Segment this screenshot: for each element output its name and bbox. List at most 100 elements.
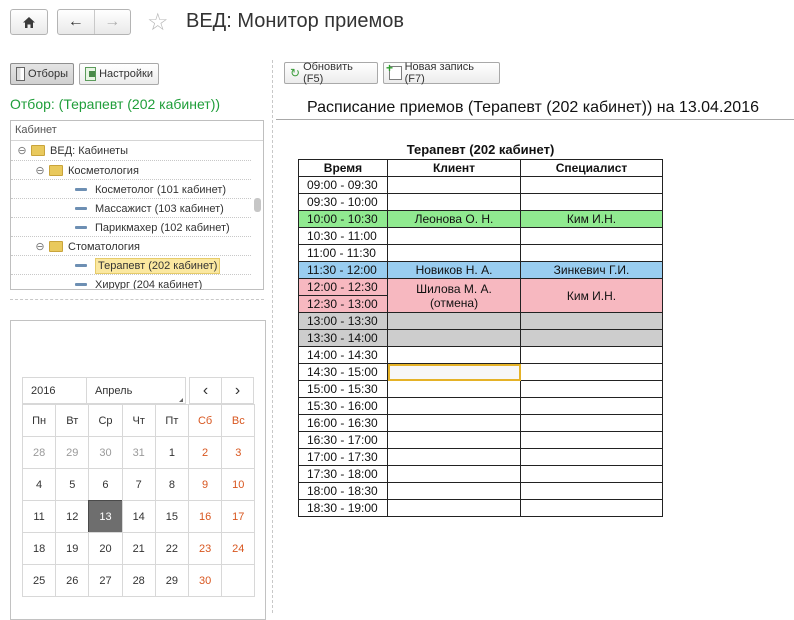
client-cell[interactable] — [387, 431, 521, 449]
next-month-button[interactable]: › — [221, 377, 254, 404]
specialist-cell[interactable] — [520, 346, 663, 364]
collapse-icon[interactable]: ⊖ — [15, 144, 29, 157]
collapse-icon[interactable]: ⊖ — [33, 240, 47, 253]
table-row: 15:30 - 16:00 — [298, 397, 663, 415]
calendar-day[interactable]: 3 — [221, 436, 256, 469]
calendar-day[interactable]: 26 — [55, 564, 90, 597]
specialist-cell[interactable] — [520, 431, 663, 449]
calendar-day[interactable]: 24 — [221, 532, 256, 565]
calendar-day[interactable]: 10 — [221, 468, 256, 501]
calendar-day[interactable]: 1 — [154, 436, 189, 469]
calendar-day[interactable]: 18 — [22, 532, 57, 565]
specialist-cell[interactable] — [520, 397, 663, 415]
calendar-day[interactable]: 17 — [221, 500, 256, 533]
specialist-cell[interactable] — [520, 414, 663, 432]
calendar-day[interactable]: 30 — [188, 564, 223, 597]
client-cell[interactable] — [387, 482, 521, 500]
specialist-cell[interactable] — [520, 363, 663, 381]
specialist-cell[interactable] — [520, 380, 663, 398]
tree-item-hairdresser[interactable]: Парикмахер (102 кабинет) — [71, 218, 230, 237]
favorite-star-icon[interactable]: ☆ — [147, 8, 169, 37]
blocked-cell[interactable] — [520, 329, 663, 347]
calendar-day[interactable]: 25 — [22, 564, 57, 597]
client-cell[interactable] — [387, 499, 521, 517]
specialist-cell[interactable] — [520, 482, 663, 500]
calendar-day[interactable]: 7 — [121, 468, 156, 501]
calendar-day[interactable]: 8 — [154, 468, 189, 501]
panel-divider — [10, 299, 264, 300]
collapse-icon[interactable]: ⊖ — [33, 164, 47, 177]
tree-item-dentistry[interactable]: ⊖ Стоматология — [33, 237, 140, 256]
calendar-day[interactable]: 29 — [55, 436, 90, 469]
calendar-day[interactable]: 20 — [88, 532, 123, 565]
back-arrow-icon[interactable]: ← — [58, 10, 94, 34]
appointment-client-cell[interactable]: Леонова О. Н. — [387, 210, 521, 228]
year-select[interactable]: 2016 — [22, 377, 87, 404]
calendar-day[interactable]: 27 — [88, 564, 123, 597]
blocked-cell[interactable] — [387, 312, 521, 330]
specialist-cell[interactable] — [520, 193, 663, 211]
specialist-cell[interactable] — [520, 499, 663, 517]
client-cell[interactable] — [387, 346, 521, 364]
blocked-cell[interactable] — [520, 312, 663, 330]
tree-item-masseur[interactable]: Массажист (103 кабинет) — [71, 199, 224, 218]
forward-arrow-icon[interactable]: → — [95, 10, 131, 34]
specialist-cell[interactable] — [520, 244, 663, 262]
calendar-day[interactable]: 31 — [121, 436, 156, 469]
client-cell[interactable] — [387, 448, 521, 466]
calendar-day[interactable]: 19 — [55, 532, 90, 565]
client-cell[interactable] — [387, 227, 521, 245]
calendar-day-selected[interactable]: 13 — [88, 500, 123, 533]
calendar-day[interactable]: 28 — [22, 436, 57, 469]
calendar-day[interactable]: 21 — [121, 532, 156, 565]
appointment-client-cell[interactable]: Шилова М. А. (отмена) — [387, 278, 521, 313]
calendar-day[interactable]: 4 — [22, 468, 57, 501]
client-cell[interactable] — [387, 244, 521, 262]
panel-splitter[interactable] — [272, 60, 273, 613]
appointment-specialist-cell[interactable]: Ким И.Н. — [520, 278, 663, 313]
calendar-day[interactable]: 11 — [22, 500, 57, 533]
calendar-day[interactable]: 16 — [188, 500, 223, 533]
refresh-button[interactable]: ↻ Обновить (F5) — [284, 61, 378, 85]
tree-item-cosmetology[interactable]: ⊖ Косметология — [33, 161, 139, 180]
client-cell[interactable] — [387, 414, 521, 432]
calendar-day[interactable]: 22 — [154, 532, 189, 565]
calendar-day[interactable]: 9 — [188, 468, 223, 501]
tree-item-surgeon[interactable]: Хирург (204 кабинет) — [71, 275, 202, 289]
client-cell[interactable] — [387, 193, 521, 211]
client-cell[interactable] — [387, 176, 521, 194]
home-button[interactable] — [10, 9, 48, 35]
new-record-button[interactable]: Новая запись (F7) — [383, 61, 500, 85]
appointment-specialist-cell[interactable]: Зинкевич Г.И. — [520, 261, 663, 279]
client-cell[interactable] — [387, 465, 521, 483]
focused-client-cell[interactable] — [387, 363, 521, 381]
prev-month-button[interactable]: ‹ — [189, 377, 222, 404]
settings-button[interactable]: Настройки — [79, 63, 159, 85]
calendar-day[interactable]: 6 — [88, 468, 123, 501]
calendar-day[interactable]: 23 — [188, 532, 223, 565]
tree-scrollbar[interactable] — [254, 198, 261, 212]
calendar-day[interactable]: 14 — [121, 500, 156, 533]
specialist-cell[interactable] — [520, 227, 663, 245]
tree-item-therapist[interactable]: Терапевт (202 кабинет) — [71, 256, 221, 275]
tree-item-cosmetologist[interactable]: Косметолог (101 кабинет) — [71, 180, 226, 199]
dropdown-corner-icon — [179, 398, 183, 402]
filters-toggle-button[interactable]: Отборы — [10, 63, 74, 85]
appointment-specialist-cell[interactable]: Ким И.Н. — [520, 210, 663, 228]
calendar-day[interactable]: 30 — [88, 436, 123, 469]
appointment-client-cell[interactable]: Новиков Н. А. — [387, 261, 521, 279]
specialist-cell[interactable] — [520, 465, 663, 483]
calendar-day[interactable]: 28 — [121, 564, 156, 597]
calendar-day[interactable]: 12 — [55, 500, 90, 533]
client-cell[interactable] — [387, 397, 521, 415]
client-cell[interactable] — [387, 380, 521, 398]
blocked-cell[interactable] — [387, 329, 521, 347]
calendar-day[interactable]: 5 — [55, 468, 90, 501]
calendar-day[interactable]: 15 — [154, 500, 189, 533]
month-select[interactable]: Апрель — [86, 377, 186, 404]
calendar-day[interactable]: 2 — [188, 436, 223, 469]
calendar-day[interactable]: 29 — [154, 564, 189, 597]
tree-item-root[interactable]: ⊖ ВЕД: Кабинеты — [15, 141, 128, 160]
specialist-cell[interactable] — [520, 176, 663, 194]
specialist-cell[interactable] — [520, 448, 663, 466]
